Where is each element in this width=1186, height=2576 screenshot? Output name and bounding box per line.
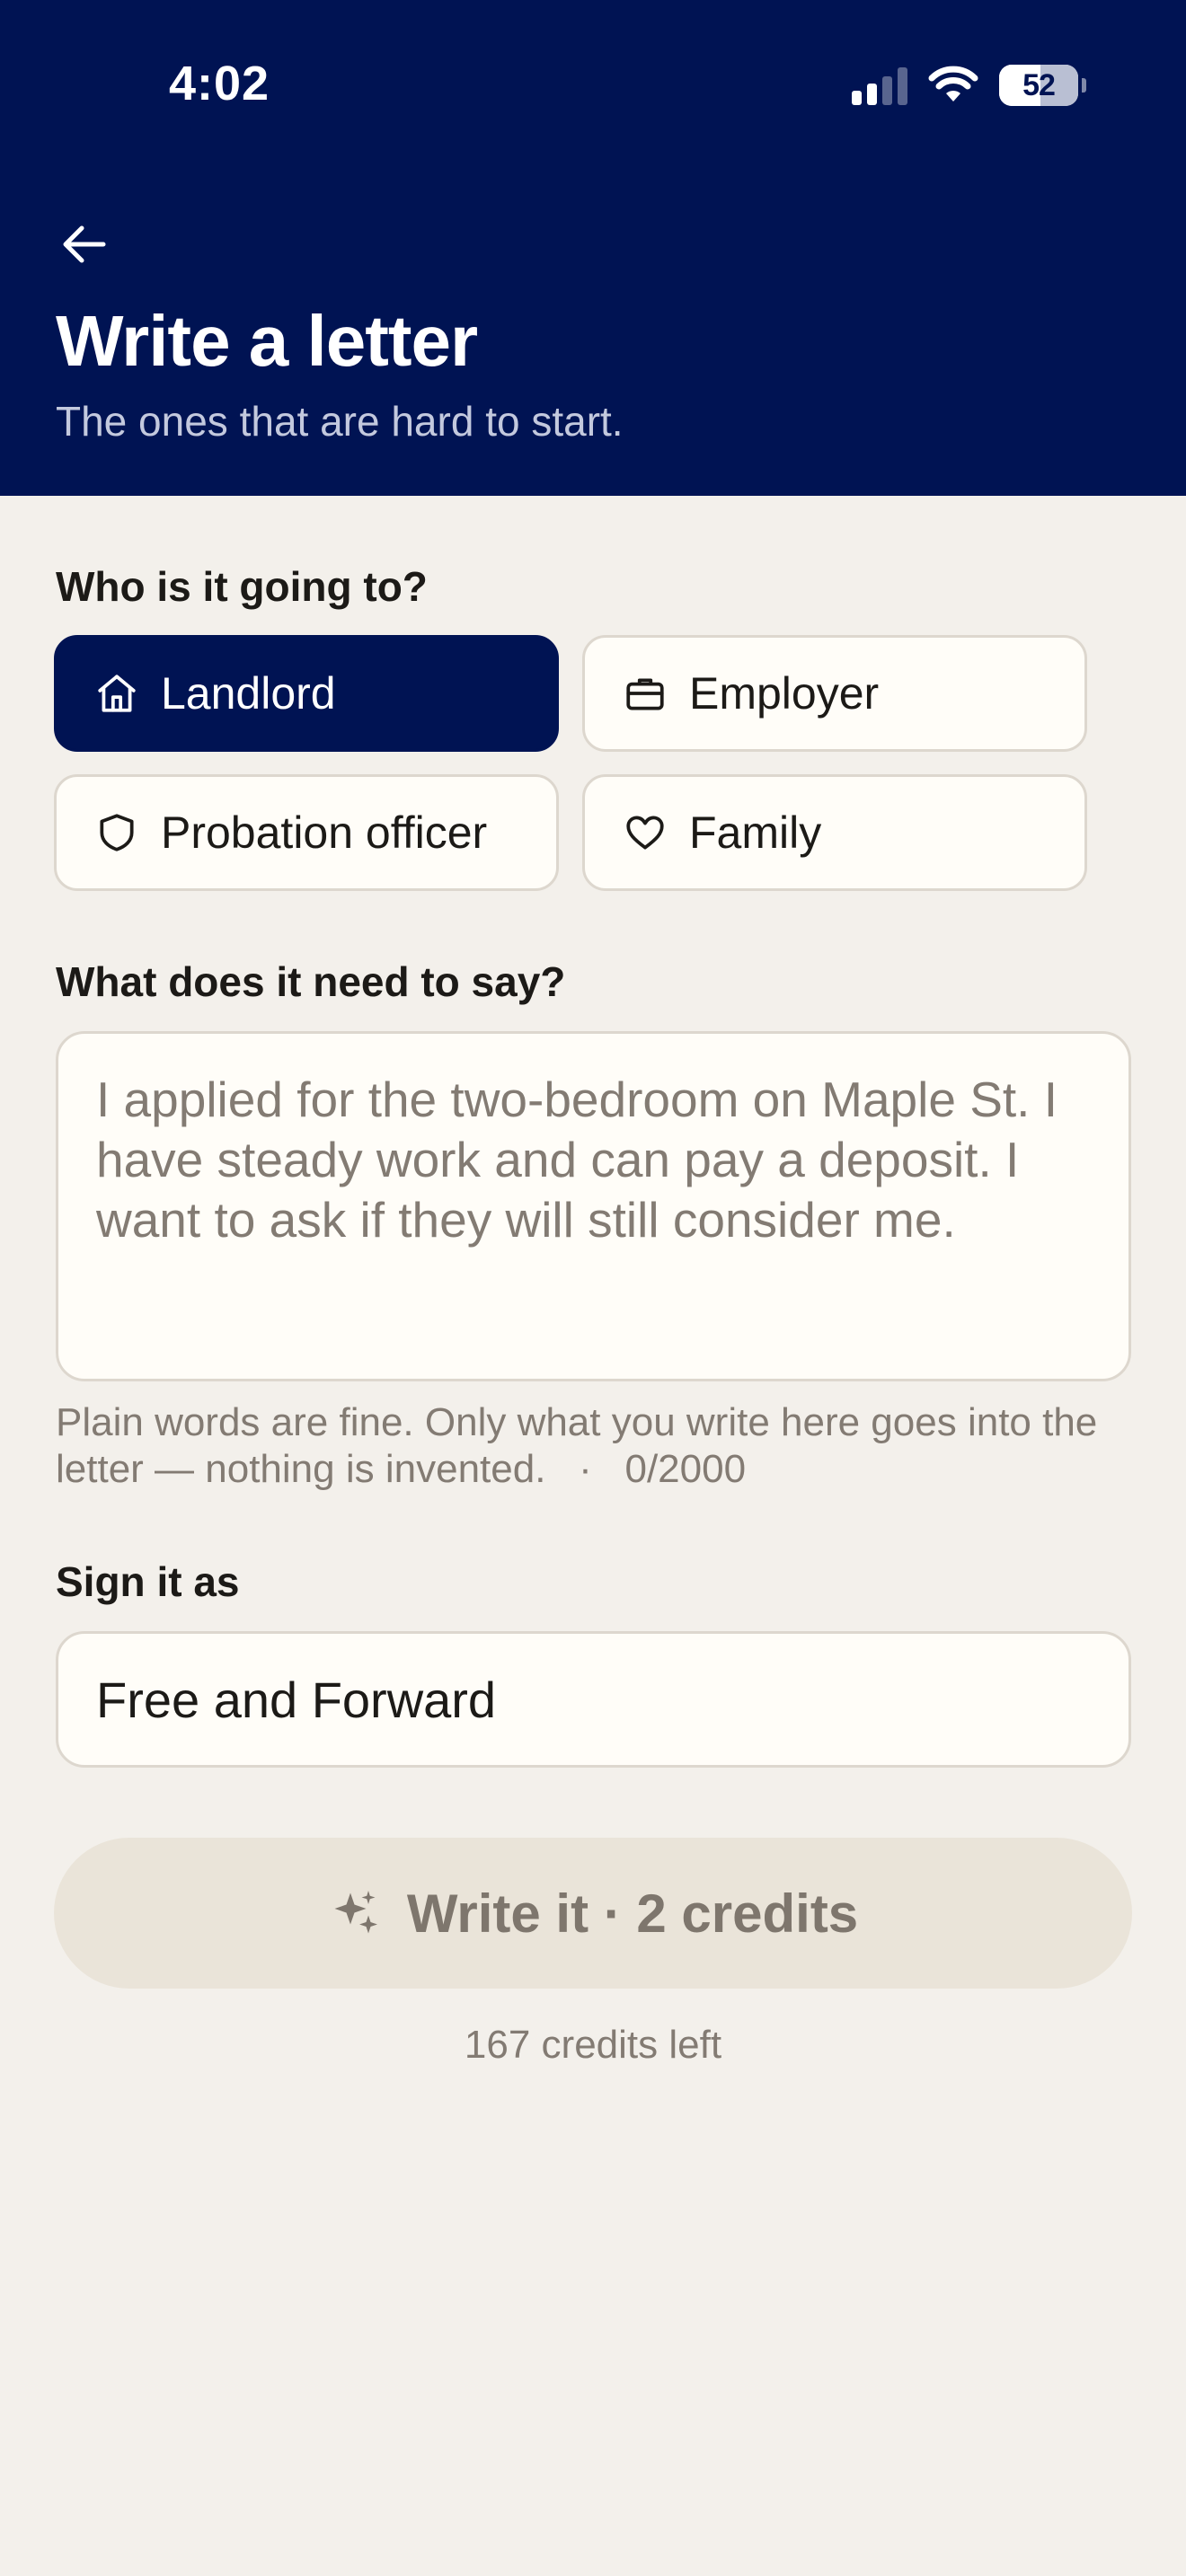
message-label: What does it need to say? [56, 958, 566, 1005]
character-counter: 0/2000 [624, 1447, 747, 1491]
recipient-option-label: Employer [689, 668, 880, 719]
battery-percent: 52 [1022, 67, 1056, 102]
recipient-option-label: Landlord [161, 668, 336, 719]
home-icon [98, 675, 136, 712]
signature-value: Free and Forward [96, 1671, 497, 1728]
wifi-icon [928, 66, 978, 101]
recipient-option-label: Probation officer [161, 807, 488, 858]
write-button-label: Write it · 2 credits [406, 1883, 859, 1944]
message-textarea[interactable]: I applied for the two-bedroom on Maple S… [56, 1031, 1131, 1381]
write-button[interactable]: Write it · 2 credits [54, 1838, 1132, 1989]
recipient-option-label: Family [689, 807, 822, 858]
message-help-text: Plain words are fine. Only what you writ… [56, 1399, 1134, 1493]
sparkles-icon [334, 1891, 377, 1934]
shield-icon [100, 814, 134, 851]
page-subtitle: The ones that are hard to start. [56, 398, 624, 445]
credits-left: 167 credits left [464, 2023, 722, 2067]
page-title: Write a letter [56, 301, 478, 381]
briefcase-icon [626, 678, 664, 710]
recipient-label: Who is it going to? [56, 563, 428, 610]
signature-label: Sign it as [56, 1558, 240, 1605]
header: 4:02 52 Write a letter The ones that are… [0, 0, 1186, 496]
recipient-option-landlord[interactable]: Landlord [54, 635, 559, 752]
status-icons: 52 [852, 63, 1086, 108]
recipient-option-probation-officer[interactable]: Probation officer [54, 774, 559, 891]
recipient-option-family[interactable]: Family [582, 774, 1087, 891]
arrow-left-icon [63, 225, 106, 263]
status-time: 4:02 [169, 57, 270, 110]
battery-icon: 52 [999, 65, 1086, 106]
back-button[interactable] [52, 216, 115, 273]
heart-icon [626, 816, 664, 850]
recipient-option-employer[interactable]: Employer [582, 635, 1087, 752]
message-placeholder: I applied for the two-bedroom on Maple S… [96, 1072, 1058, 1248]
separator-dot: · [556, 1447, 615, 1491]
signal-icon [852, 66, 907, 105]
signature-input[interactable]: Free and Forward [56, 1631, 1131, 1768]
